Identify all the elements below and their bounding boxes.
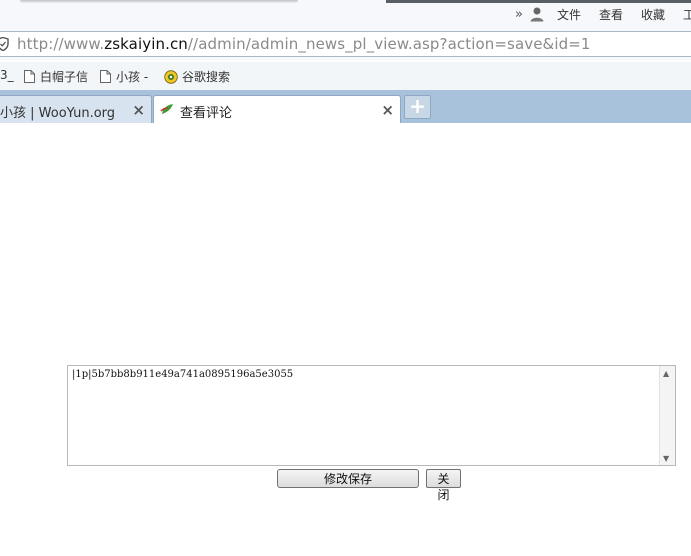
menu-file[interactable]: 文件 xyxy=(557,6,581,23)
google-icon xyxy=(164,69,178,84)
bookmark-item[interactable]: 3_ xyxy=(0,68,14,82)
bookmarks-bar: 3_ 白帽子信 小孩 - 谷歌搜索 xyxy=(0,62,691,90)
menu-view[interactable]: 查看 xyxy=(599,6,623,23)
popup-shadow xyxy=(20,0,298,3)
shield-icon xyxy=(0,37,9,51)
url-path: //admin/admin_news_pl_view.asp?action=sa… xyxy=(187,35,591,53)
chevron-double-right-icon[interactable]: » xyxy=(515,7,523,22)
title-bar-edge xyxy=(386,0,691,3)
document-icon xyxy=(24,70,35,83)
url-text[interactable]: http://www.zskaiyin.cn//admin/admin_news… xyxy=(17,35,591,53)
document-icon xyxy=(100,70,111,83)
leaf-icon xyxy=(160,104,173,114)
textarea-scrollbar[interactable]: ▲ ▼ xyxy=(659,366,675,465)
menu-tools[interactable]: 工 xyxy=(683,6,691,23)
url-prefix: http://www. xyxy=(17,35,105,53)
tab-label: 查看评论 xyxy=(180,106,233,121)
scroll-down-arrow-icon[interactable]: ▼ xyxy=(663,454,669,463)
comment-textarea[interactable]: |1p|5b7bb8b911e49a741a0895196a5e3055 ▲ ▼ xyxy=(67,365,676,466)
menu-favorites[interactable]: 收藏 xyxy=(641,6,665,23)
bookmark-label: 3_ xyxy=(0,68,14,82)
bookmark-item[interactable]: 小孩 - xyxy=(100,68,148,85)
bookmark-label: 谷歌搜索 xyxy=(182,70,231,84)
user-icon[interactable] xyxy=(529,6,545,22)
tab-wooyun[interactable]: 小孩 | WooYun.org × xyxy=(0,95,152,123)
menu-bar: » 文件 查看 收藏 工 xyxy=(515,4,691,24)
address-bar[interactable]: http://www.zskaiyin.cn//admin/admin_news… xyxy=(0,31,691,57)
url-host: zskaiyin.cn xyxy=(104,35,188,53)
bookmark-item[interactable]: 白帽子信 xyxy=(24,68,88,85)
bookmark-item[interactable]: 谷歌搜索 xyxy=(164,68,230,85)
textarea-value: |1p|5b7bb8b911e49a741a0895196a5e3055 xyxy=(72,369,294,380)
bookmark-label: 小孩 - xyxy=(116,70,149,84)
close-icon[interactable]: × xyxy=(381,101,394,119)
new-tab-button[interactable]: + xyxy=(404,95,431,119)
bookmark-label: 白帽子信 xyxy=(40,70,89,84)
close-icon[interactable]: × xyxy=(132,101,145,119)
save-changes-button[interactable]: 修改保存 xyxy=(277,469,419,488)
scroll-up-arrow-icon[interactable]: ▲ xyxy=(663,369,669,378)
menu-strip: » 文件 查看 收藏 工 xyxy=(0,0,691,28)
address-bar-row: http://www.zskaiyin.cn//admin/admin_news… xyxy=(0,28,691,60)
tab-view-comments[interactable]: 查看评论 × xyxy=(153,95,401,123)
close-button[interactable]: 关闭 xyxy=(426,469,461,502)
tab-label: 小孩 | WooYun.org xyxy=(0,106,116,121)
